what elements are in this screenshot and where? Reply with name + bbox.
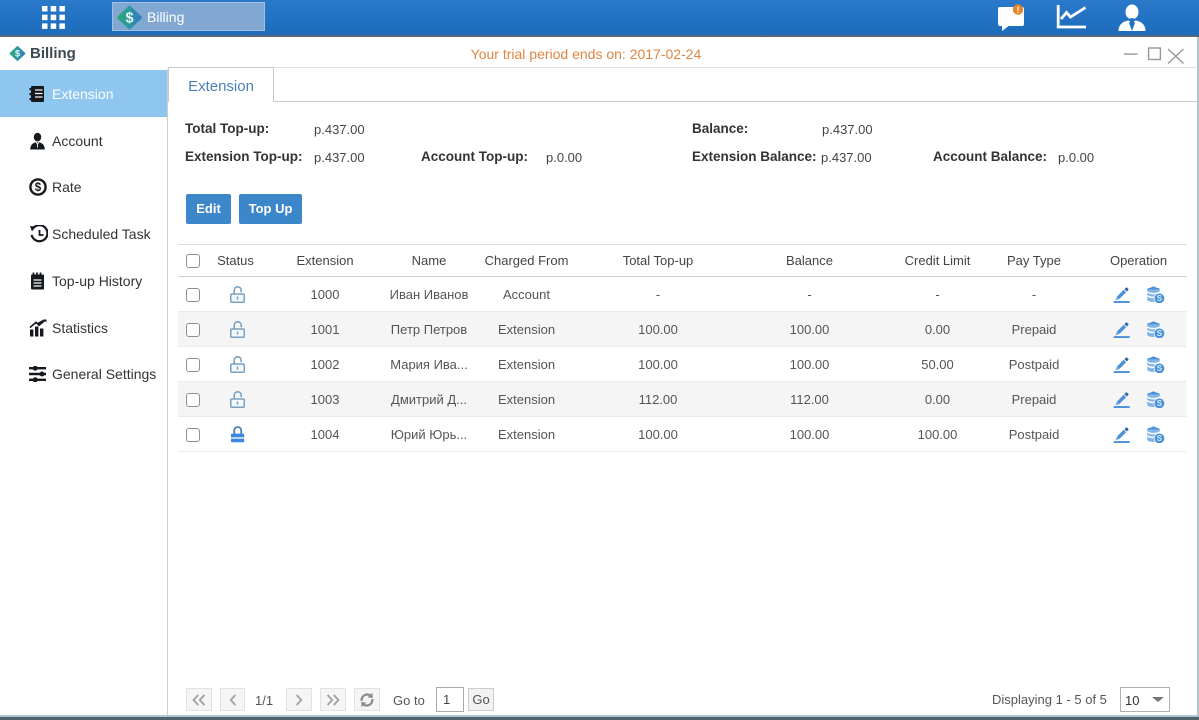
svg-text:$: $: [35, 182, 42, 194]
svg-text:$: $: [125, 11, 133, 27]
svg-text:!: !: [1017, 5, 1020, 15]
